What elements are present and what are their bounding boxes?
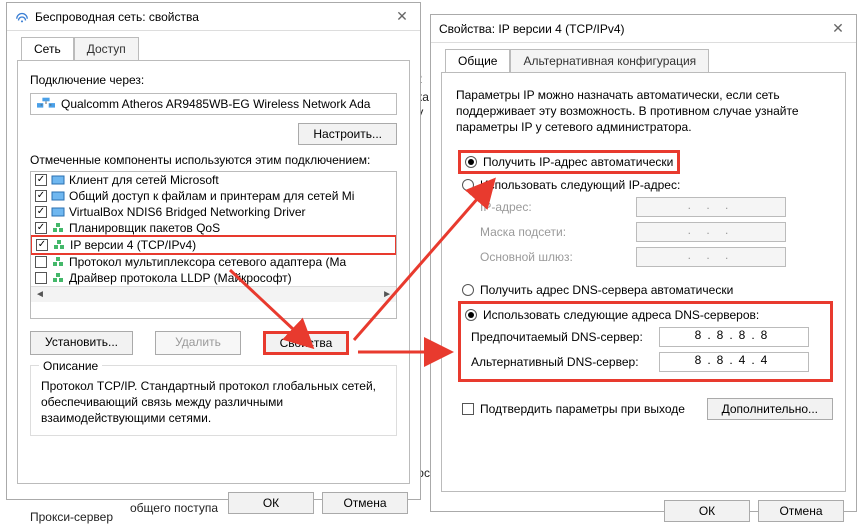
list-item-label: Клиент для сетей Microsoft [69, 173, 219, 187]
component-icon [51, 272, 65, 284]
highlight-ip-auto: Получить IP-адрес автоматически [458, 150, 680, 174]
horizontal-scrollbar[interactable]: ◄► [31, 286, 396, 302]
gateway-label: Основной шлюз: [480, 250, 630, 264]
tabstrip: Сеть Доступ [21, 37, 410, 60]
component-icon [51, 206, 65, 218]
checkbox[interactable] [35, 190, 47, 202]
list-item[interactable]: Планировщик пакетов QoS [31, 220, 396, 236]
radio-label: Использовать следующий IP-адрес: [480, 178, 680, 192]
install-button[interactable]: Установить... [30, 331, 133, 355]
ip-address-input: . . . [636, 197, 786, 217]
component-icon [51, 174, 65, 186]
subnet-mask-input: . . . [636, 222, 786, 242]
list-item-label: Протокол мультиплексора сетевого адаптер… [69, 255, 346, 269]
remove-button: Удалить [155, 331, 241, 355]
radio-label: Использовать следующие адреса DNS-сервер… [483, 308, 759, 322]
tab-panel-network: Подключение через: Qualcomm Atheros AR94… [17, 60, 410, 484]
dialog-title: Свойства: IP версии 4 (TCP/IPv4) [439, 22, 824, 36]
dialog-title: Беспроводная сеть: свойства [35, 10, 388, 24]
list-item[interactable]: VirtualBox NDIS6 Bridged Networking Driv… [31, 204, 396, 220]
subnet-mask-label: Маска подсети: [480, 225, 630, 239]
ok-button[interactable]: ОК [228, 492, 314, 514]
advanced-button[interactable]: Дополнительно... [707, 398, 833, 420]
tab-alternate-config[interactable]: Альтернативная конфигурация [510, 49, 709, 72]
description-text: Протокол TCP/IP. Стандартный протокол гл… [41, 378, 386, 427]
dns-alternate-input[interactable]: 8.8.4.4 [659, 352, 809, 372]
scroll-left-icon[interactable]: ◄ [35, 289, 45, 300]
ipv4-properties-dialog: Свойства: IP версии 4 (TCP/IPv4) ✕ Общие… [430, 14, 857, 512]
description-group: Описание Протокол TCP/IP. Стандартный пр… [30, 365, 397, 436]
component-icon [51, 222, 65, 234]
tab-panel-general: Параметры IP можно назначать автоматичес… [441, 72, 846, 492]
radio-dns-auto[interactable] [462, 284, 474, 296]
gateway-input: . . . [636, 247, 786, 267]
component-icon [51, 190, 65, 202]
list-item[interactable]: Общий доступ к файлам и принтерам для се… [31, 188, 396, 204]
radio-ip-manual[interactable] [462, 179, 474, 191]
cancel-button[interactable]: Отмена [322, 492, 408, 514]
cancel-button[interactable]: Отмена [758, 500, 844, 522]
components-list[interactable]: Клиент для сетей Microsoft Общий доступ … [30, 171, 397, 319]
adapter-field: Qualcomm Atheros AR9485WB-EG Wireless Ne… [30, 93, 397, 115]
list-item[interactable]: Драйвер протокола LLDP (Майкрософт) [31, 270, 396, 286]
highlight-dns-section: Использовать следующие адреса DNS-сервер… [458, 301, 833, 382]
tabstrip: Общие Альтернативная конфигурация [445, 49, 846, 72]
list-item[interactable]: Клиент для сетей Microsoft [31, 172, 396, 188]
radio-label: Получить IP-адрес автоматически [483, 155, 673, 169]
ip-address-label: IP-адрес: [480, 200, 630, 214]
info-text: Параметры IP можно назначать автоматичес… [456, 87, 831, 136]
checkbox[interactable] [35, 256, 47, 268]
list-item-label: IP версии 4 (TCP/IPv4) [70, 238, 196, 252]
component-icon [51, 256, 65, 268]
adapter-icon [37, 97, 55, 111]
list-item-label: VirtualBox NDIS6 Bridged Networking Driv… [69, 205, 306, 219]
list-item[interactable]: Протокол мультиплексора сетевого адаптер… [31, 254, 396, 270]
wifi-icon [15, 10, 29, 24]
checkbox[interactable] [35, 174, 47, 186]
close-button[interactable]: ✕ [824, 20, 852, 37]
dns-alternate-label: Альтернативный DNS-сервер: [471, 355, 653, 369]
list-item-label: Драйвер протокола LLDP (Майкрософт) [69, 271, 292, 285]
dns-preferred-label: Предпочитаемый DNS-сервер: [471, 330, 653, 344]
checkbox[interactable] [36, 239, 48, 251]
properties-button[interactable]: Свойства [263, 331, 349, 355]
titlebar[interactable]: Свойства: IP версии 4 (TCP/IPv4) ✕ [431, 15, 856, 43]
dialog-footer: ОК Отмена [7, 484, 420, 522]
validate-checkbox[interactable] [462, 403, 474, 415]
tab-network[interactable]: Сеть [21, 37, 74, 60]
close-button[interactable]: ✕ [388, 8, 416, 25]
components-label: Отмеченные компоненты используются этим … [30, 153, 397, 167]
connect-via-label: Подключение через: [30, 73, 397, 87]
checkbox[interactable] [35, 206, 47, 218]
validate-label: Подтвердить параметры при выходе [480, 402, 685, 416]
checkbox[interactable] [35, 222, 47, 234]
scroll-right-icon[interactable]: ► [382, 289, 392, 300]
list-item-label: Общий доступ к файлам и принтерам для се… [69, 189, 354, 203]
dialog-footer: ОК Отмена [431, 492, 856, 530]
dns-preferred-input[interactable]: 8.8.8.8 [659, 327, 809, 347]
description-title: Описание [39, 359, 102, 373]
configure-button[interactable]: Настроить... [298, 123, 397, 145]
wireless-properties-dialog: Беспроводная сеть: свойства ✕ Сеть Досту… [6, 2, 421, 500]
radio-label: Получить адрес DNS-сервера автоматически [480, 283, 733, 297]
list-item-tcpip4[interactable]: IP версии 4 (TCP/IPv4) [30, 235, 397, 255]
tab-access[interactable]: Доступ [74, 37, 139, 60]
adapter-name: Qualcomm Atheros AR9485WB-EG Wireless Ne… [61, 97, 370, 111]
tab-general[interactable]: Общие [445, 49, 510, 72]
titlebar[interactable]: Беспроводная сеть: свойства ✕ [7, 3, 420, 31]
checkbox[interactable] [35, 272, 47, 284]
radio-dns-manual[interactable] [465, 309, 477, 321]
list-item-label: Планировщик пакетов QoS [69, 221, 220, 235]
radio-ip-auto[interactable] [465, 156, 477, 168]
ok-button[interactable]: ОК [664, 500, 750, 522]
component-icon [52, 239, 66, 251]
